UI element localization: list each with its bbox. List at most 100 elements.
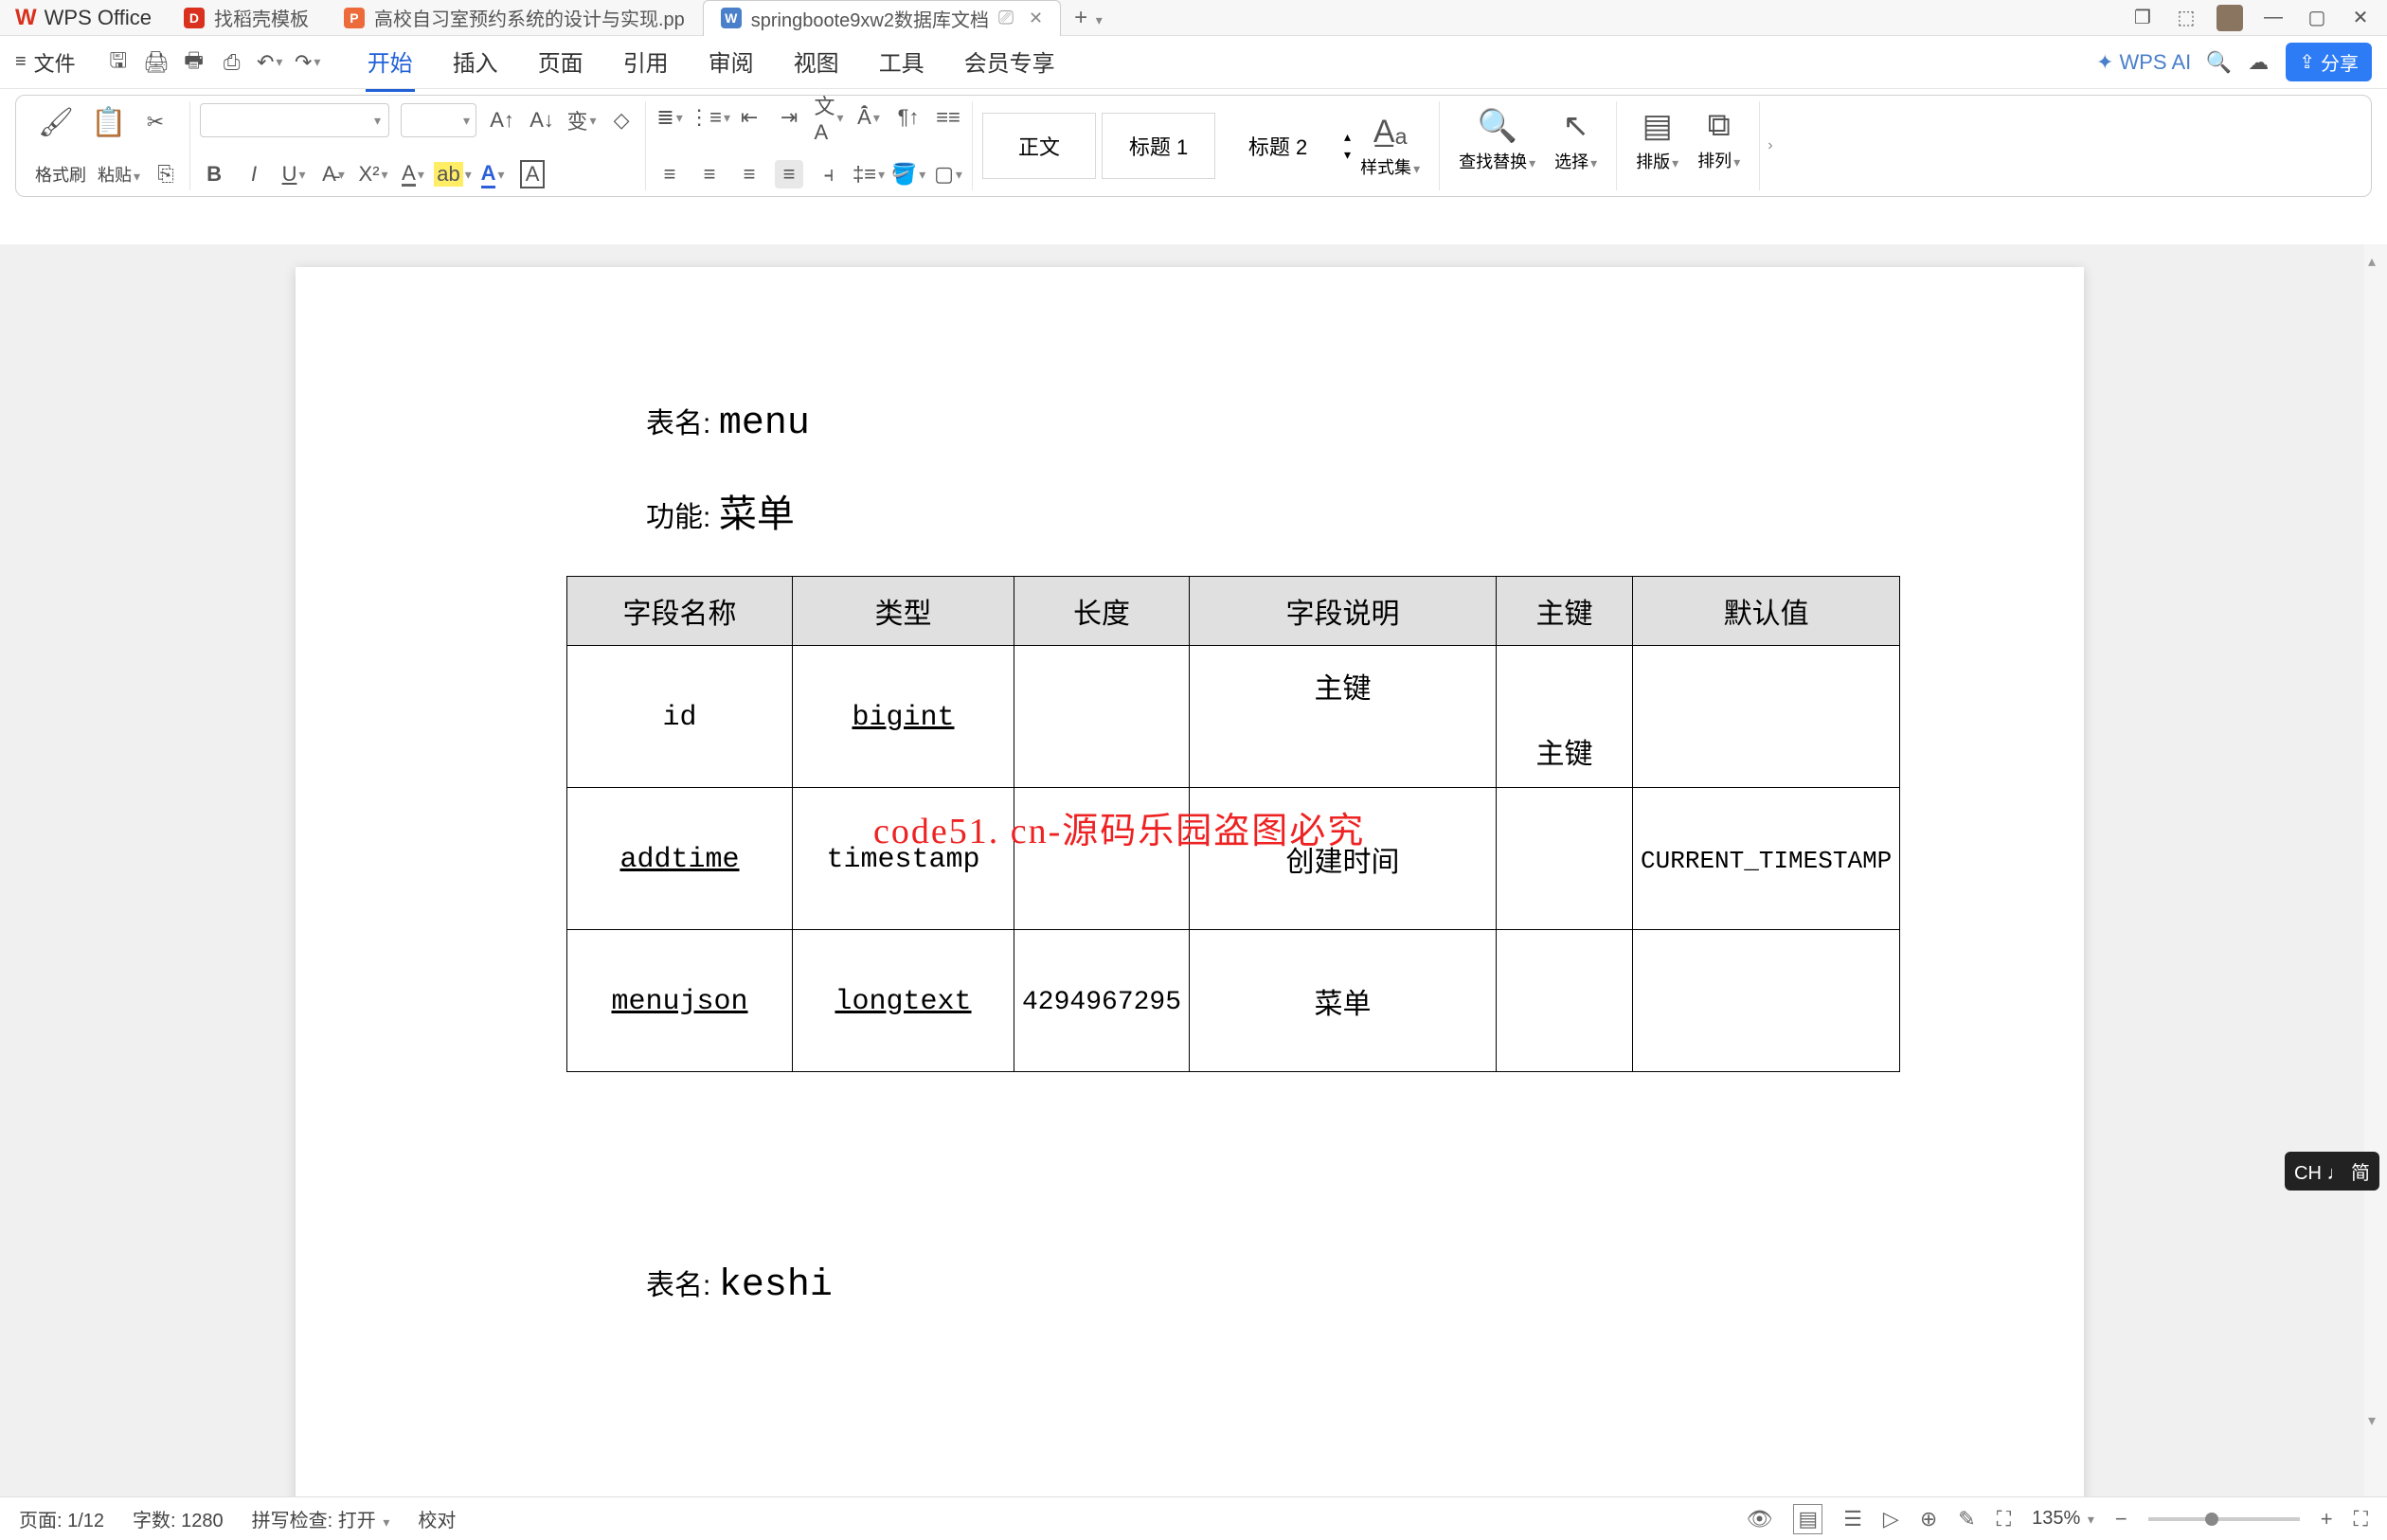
export-icon[interactable]: 🖨 — [144, 50, 169, 75]
tab-ppt[interactable]: P 高校自习室预约系统的设计与实现.pp — [327, 0, 703, 36]
increase-indent-icon[interactable]: ⇥ — [775, 103, 803, 132]
ime-badge[interactable]: CH ♩ 简 — [2285, 1152, 2379, 1191]
highlight-icon[interactable]: ab▾ — [439, 160, 467, 188]
italic-icon[interactable]: I — [240, 160, 268, 188]
tab-view[interactable]: 视图 — [792, 33, 841, 92]
paste-label[interactable]: 粘贴▾ — [98, 162, 140, 187]
spellcheck-status[interactable]: 拼写检查: 打开 ▾ — [252, 1505, 390, 1532]
bold-icon[interactable]: B — [200, 160, 228, 188]
preview-icon[interactable]: ⎙ — [220, 50, 244, 75]
phonetic-icon[interactable]: 变▾ — [567, 106, 596, 134]
table2-name-line: 表名: keshi — [646, 1262, 2008, 1307]
style-heading1[interactable]: 标题 1 — [1102, 113, 1215, 179]
fit-width-icon[interactable]: ⛶ — [1997, 1507, 2011, 1531]
shading-icon[interactable]: 🪣▾ — [894, 160, 923, 188]
style-up-icon[interactable]: ▴ — [1344, 129, 1351, 145]
save-icon[interactable]: 🖫 — [106, 50, 131, 75]
align-left-icon[interactable]: ≡ — [655, 160, 684, 188]
styleset-button[interactable]: A̲ₐ 样式集▾ — [1351, 110, 1429, 183]
numbering-icon[interactable]: ⋮≡▾ — [695, 103, 724, 132]
scroll-up-icon[interactable]: ▴ — [2368, 252, 2376, 271]
text-effect-icon[interactable]: A▾ — [399, 160, 427, 188]
tab-tools[interactable]: 工具 — [877, 33, 926, 92]
window-copy-icon[interactable]: ❐ — [2129, 5, 2156, 31]
style-heading2[interactable]: 标题 2 — [1221, 113, 1335, 179]
cloud-icon[interactable]: ☁ — [2246, 50, 2270, 75]
close-icon[interactable]: ✕ — [1029, 9, 1043, 28]
close-window-icon[interactable]: ✕ — [2347, 5, 2374, 31]
new-tab-button[interactable]: + ▾ — [1061, 5, 1116, 31]
tab-member[interactable]: 会员专享 — [962, 33, 1057, 92]
distribute-icon[interactable]: ⫞ — [815, 160, 843, 188]
wps-ai-button[interactable]: ✦ WPS AI — [2096, 50, 2191, 75]
find-replace-button[interactable]: 🔍 查找替换▾ — [1449, 103, 1545, 188]
shrink-font-icon[interactable]: A↓ — [528, 106, 556, 134]
line-spacing-icon[interactable]: ‡≡▾ — [854, 160, 883, 188]
tab-insert[interactable]: 插入 — [451, 33, 500, 92]
app-logo: W WPS Office — [0, 5, 167, 31]
bullets-icon[interactable]: ≣▾ — [655, 103, 684, 132]
eye-icon[interactable]: 👁 — [1746, 1507, 1772, 1531]
tab-page[interactable]: 页面 — [536, 33, 585, 92]
sort-icon[interactable]: Ā̂▾ — [854, 103, 883, 132]
arrange-button[interactable]: ⧉ 排列▾ — [1688, 103, 1750, 188]
decrease-indent-icon[interactable]: ⇤ — [735, 103, 763, 132]
superscript-icon[interactable]: X²▾ — [359, 160, 387, 188]
zoom-slider[interactable] — [2148, 1517, 2300, 1521]
border-icon[interactable]: ▢▾ — [934, 160, 962, 188]
print-icon[interactable]: 🖶 — [182, 50, 206, 75]
minimize-icon[interactable]: — — [2260, 5, 2287, 31]
zoom-level[interactable]: 135% ▾ — [2032, 1508, 2094, 1530]
tab-review[interactable]: 审阅 — [707, 33, 756, 92]
grow-font-icon[interactable]: A↑ — [488, 106, 516, 134]
redo-icon[interactable]: ↷ ▾ — [296, 50, 320, 75]
page-indicator[interactable]: 页面: 1/12 — [19, 1505, 104, 1532]
align-justify-icon[interactable]: ≡ — [775, 160, 803, 188]
underline-icon[interactable]: U▾ — [279, 160, 308, 188]
copy-icon[interactable]: ⎘ — [152, 160, 180, 188]
style-normal[interactable]: 正文 — [982, 113, 1096, 179]
tab-reference[interactable]: 引用 — [621, 33, 671, 92]
maximize-icon[interactable]: ▢ — [2304, 5, 2330, 31]
share-button[interactable]: ⇪ 分享 — [2286, 43, 2372, 81]
font-size-select[interactable]: ▾ — [401, 103, 476, 137]
proofread-status[interactable]: 校对 — [418, 1505, 456, 1532]
page-view-icon[interactable]: ▤ — [1793, 1504, 1822, 1534]
style-down-icon[interactable]: ▾ — [1344, 147, 1351, 163]
reading-view-icon[interactable]: ▷ — [1883, 1507, 1899, 1531]
avatar[interactable] — [2216, 5, 2243, 31]
scroll-down-icon[interactable]: ▾ — [2368, 1411, 2376, 1430]
zoom-out-icon[interactable]: − — [2115, 1507, 2127, 1531]
word-count[interactable]: 字数: 1280 — [133, 1505, 224, 1532]
tab-docer[interactable]: D 找稻壳模板 — [167, 0, 327, 36]
align-right-icon[interactable]: ≡ — [735, 160, 763, 188]
tab-doc-active[interactable]: W springboote9xw2数据库文档 ⎚ ✕ — [703, 0, 1061, 36]
format-painter-icon[interactable]: 🖌 — [35, 103, 77, 141]
strike-icon[interactable]: A̵▾ — [319, 160, 348, 188]
columns-icon[interactable]: ≡≡ — [934, 103, 962, 132]
undo-icon[interactable]: ↶ ▾ — [258, 50, 282, 75]
cut-icon[interactable]: ✂ — [141, 108, 170, 136]
web-view-icon[interactable]: ⊕ — [1920, 1507, 1937, 1531]
ribbon-expand-icon[interactable]: › — [1768, 137, 1772, 154]
vertical-scrollbar[interactable]: ▴ ▾ — [2364, 244, 2387, 1496]
font-family-select[interactable]: ▾ — [200, 103, 389, 137]
outline-view-icon[interactable]: ☰ — [1843, 1507, 1862, 1531]
select-button[interactable]: ↖ 选择▾ — [1545, 103, 1606, 188]
cube-icon[interactable]: ⬚ — [2173, 5, 2199, 31]
text-direction-icon[interactable]: 文A▾ — [815, 103, 843, 132]
tab-start[interactable]: 开始 — [366, 33, 415, 92]
zoom-in-icon[interactable]: + — [2321, 1507, 2333, 1531]
ruler-icon[interactable]: ✎ — [1958, 1507, 1975, 1531]
paste-icon[interactable]: 📋 — [88, 103, 130, 141]
page[interactable]: code51. cn-源码乐园盗图必究 表名: menu 功能: 菜单 字段名称… — [296, 267, 2084, 1496]
clear-format-icon[interactable]: ◇ — [607, 106, 636, 134]
search-icon[interactable]: 🔍 — [2206, 50, 2231, 75]
align-center-icon[interactable]: ≡ — [695, 160, 724, 188]
font-color-icon[interactable]: A▾ — [478, 160, 507, 188]
fullscreen-icon[interactable]: ⛶ — [2354, 1507, 2368, 1531]
show-marks-icon[interactable]: ¶↑ — [894, 103, 923, 132]
layout-button[interactable]: ▤ 排版▾ — [1626, 103, 1688, 188]
char-border-icon[interactable]: A — [518, 160, 547, 188]
file-menu[interactable]: ≡ 文件 — [15, 47, 87, 78]
